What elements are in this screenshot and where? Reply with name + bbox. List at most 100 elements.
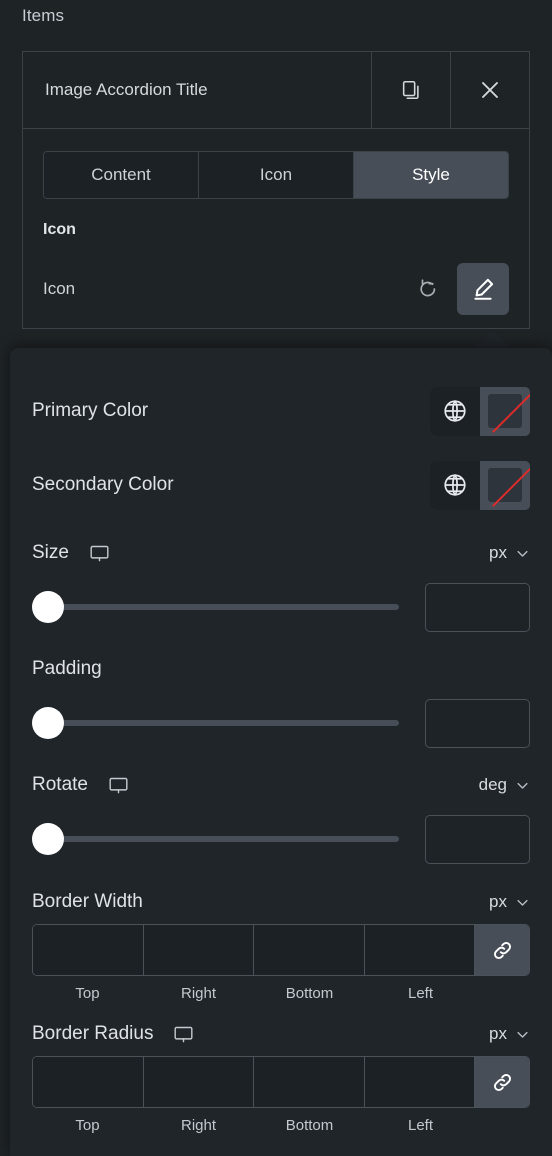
border-radius-top-label: Top <box>75 1117 100 1134</box>
rotate-unit-select[interactable]: deg <box>479 775 530 795</box>
rotate-slider[interactable] <box>32 823 399 855</box>
border-radius-link-toggle[interactable] <box>475 1057 529 1107</box>
border-width-bottom-label: Bottom <box>285 985 334 1002</box>
icon-style-popup: Primary Color Secondary Color Size px Pa… <box>10 348 552 1156</box>
size-unit-select[interactable]: px <box>489 543 530 563</box>
border-radius-left-input[interactable] <box>364 1057 475 1107</box>
border-width-field-labels: Top Right Bottom Left <box>32 985 530 1002</box>
border-radius-bottom-input[interactable] <box>254 1057 365 1107</box>
desktop-icon <box>89 543 110 564</box>
link-icon <box>491 939 514 962</box>
primary-color-control[interactable] <box>430 386 530 436</box>
size-slider[interactable] <box>32 591 399 623</box>
border-width-bottom-input[interactable] <box>254 925 365 975</box>
desktop-icon <box>173 1024 194 1045</box>
border-width-label-spacer <box>476 985 530 1002</box>
border-radius-unit-select[interactable]: px <box>489 1024 530 1044</box>
border-width-left-input[interactable] <box>364 925 475 975</box>
primary-color-global-button[interactable] <box>430 386 480 436</box>
border-radius-device-switcher[interactable] <box>173 1024 194 1045</box>
border-width-unit-select[interactable]: px <box>489 892 530 912</box>
repeater-item-header[interactable]: Image Accordion Title <box>22 51 530 129</box>
size-control-header: Size px <box>32 530 530 576</box>
chevron-down-icon <box>515 895 530 910</box>
border-radius-fields <box>32 1056 530 1108</box>
secondary-color-control[interactable] <box>430 460 530 510</box>
reset-icon-button[interactable] <box>411 272 445 306</box>
border-radius-header: Border Radius px <box>32 1012 530 1056</box>
icon-section-heading: Icon <box>43 221 76 238</box>
border-width-left-label: Left <box>407 985 434 1002</box>
primary-color-label: Primary Color <box>32 400 149 421</box>
remove-item-button[interactable] <box>450 52 529 128</box>
edit-icon-button[interactable] <box>457 263 509 315</box>
border-width-right-input[interactable] <box>143 925 254 975</box>
size-slider-track[interactable] <box>48 604 399 610</box>
tab-content[interactable]: Content <box>44 152 199 198</box>
style-tabs: Content Icon Style <box>43 151 509 199</box>
repeater-item-title[interactable]: Image Accordion Title <box>23 52 371 128</box>
rotate-number-input[interactable] <box>425 814 530 864</box>
link-icon <box>491 1071 514 1094</box>
secondary-color-global-button[interactable] <box>430 460 480 510</box>
rotate-slider-row <box>32 808 530 870</box>
border-radius-label-spacer <box>476 1117 530 1134</box>
padding-label: Padding <box>32 658 102 679</box>
primary-color-swatch-box <box>488 394 522 428</box>
rotate-slider-thumb[interactable] <box>32 823 64 855</box>
icon-control-label: Icon <box>43 279 76 298</box>
border-radius-label: Border Radius <box>32 1023 154 1044</box>
duplicate-item-button[interactable] <box>371 52 450 128</box>
size-number-input[interactable] <box>425 582 530 632</box>
size-device-switcher[interactable] <box>89 543 110 564</box>
popup-pointer-arrow <box>473 330 513 349</box>
chevron-down-icon <box>515 778 530 793</box>
border-radius-right-label: Right <box>180 1117 217 1134</box>
border-radius-field-labels: Top Right Bottom Left <box>32 1117 530 1134</box>
secondary-color-label: Secondary Color <box>32 474 174 495</box>
repeater-list: Image Accordion Title Content Icon Style… <box>22 51 530 329</box>
size-label: Size <box>32 542 69 563</box>
rotate-device-switcher[interactable] <box>108 775 129 796</box>
copy-icon <box>400 79 422 101</box>
border-radius-left-label: Left <box>407 1117 434 1134</box>
rotate-control-header: Rotate deg <box>32 762 530 808</box>
primary-color-swatch[interactable] <box>480 386 530 436</box>
tab-style[interactable]: Style <box>354 152 508 198</box>
border-width-header: Border Width px <box>32 880 530 924</box>
size-slider-row <box>32 576 530 638</box>
padding-slider[interactable] <box>32 707 399 739</box>
chevron-down-icon <box>515 1027 530 1042</box>
chevron-down-icon <box>515 546 530 561</box>
padding-slider-track[interactable] <box>48 720 399 726</box>
secondary-color-swatch[interactable] <box>480 460 530 510</box>
desktop-icon <box>108 775 129 796</box>
padding-slider-thumb[interactable] <box>32 707 64 739</box>
padding-number-input[interactable] <box>425 698 530 748</box>
tab-icon[interactable]: Icon <box>199 152 354 198</box>
size-unit-value: px <box>489 543 507 562</box>
padding-control-header: Padding <box>32 646 530 692</box>
editor-panel-root: Items Image Accordion Title Content Icon… <box>0 0 552 1156</box>
border-radius-unit-value: px <box>489 1024 507 1043</box>
border-width-unit-value: px <box>489 892 507 911</box>
globe-icon <box>442 398 468 424</box>
size-slider-thumb[interactable] <box>32 591 64 623</box>
border-width-fields <box>32 924 530 976</box>
reset-icon <box>416 277 440 301</box>
rotate-slider-track[interactable] <box>48 836 399 842</box>
border-width-top-label: Top <box>75 985 100 1002</box>
border-width-right-label: Right <box>180 985 217 1002</box>
padding-slider-row <box>32 692 530 754</box>
secondary-color-row: Secondary Color <box>32 448 530 522</box>
border-radius-right-input[interactable] <box>143 1057 254 1107</box>
primary-color-row: Primary Color <box>32 374 530 448</box>
items-section-label: Items <box>22 6 65 25</box>
border-width-link-toggle[interactable] <box>475 925 529 975</box>
border-radius-top-input[interactable] <box>33 1057 144 1107</box>
pencil-icon <box>470 276 496 302</box>
repeater-item-body: Content Icon Style Icon Icon <box>22 129 530 329</box>
border-width-label: Border Width <box>32 891 143 912</box>
border-width-top-input[interactable] <box>33 925 144 975</box>
border-radius-bottom-label: Bottom <box>285 1117 334 1134</box>
